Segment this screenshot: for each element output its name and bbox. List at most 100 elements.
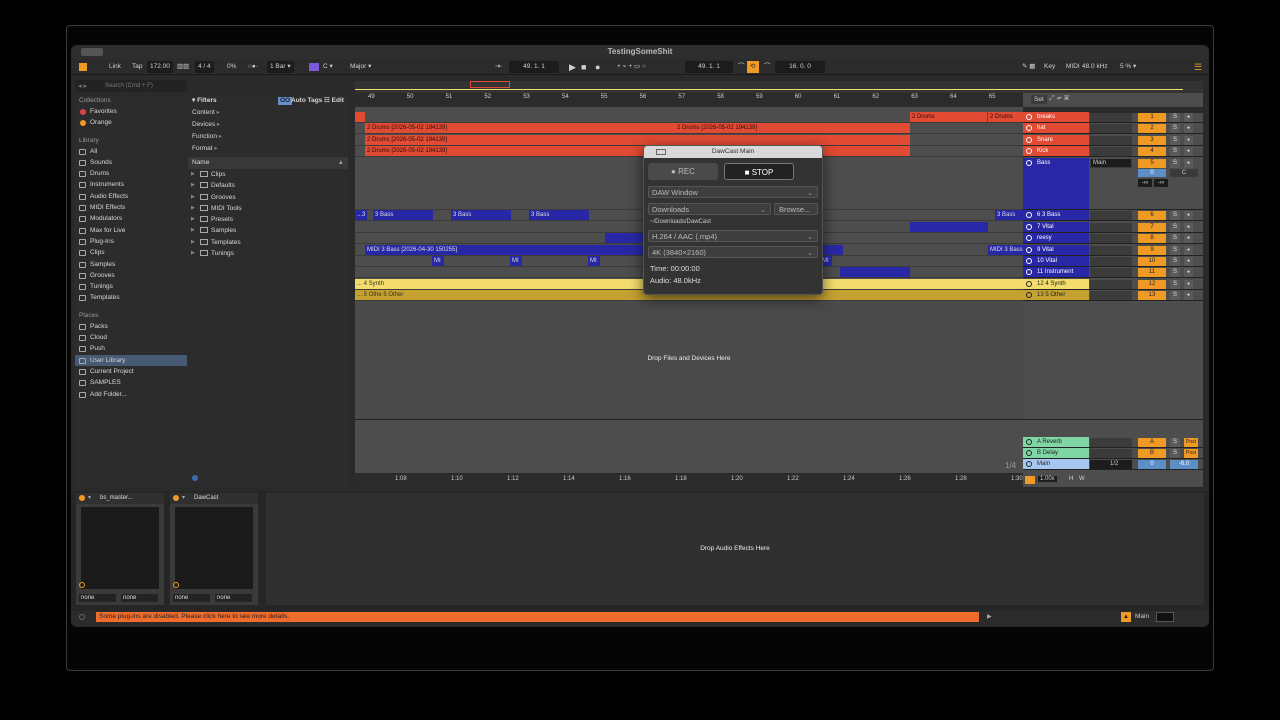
power-icon[interactable] [79, 495, 85, 501]
clip[interactable] [355, 112, 365, 122]
draw-mode-icon[interactable]: ✎ ▦ [1019, 61, 1038, 73]
solo-button[interactable]: S [1170, 136, 1180, 145]
solo-button[interactable]: S [1170, 268, 1180, 277]
track-volume[interactable] [1090, 124, 1132, 133]
track-fold-icon[interactable] [1026, 235, 1032, 241]
device-header[interactable]: ▾ bs_master... [76, 493, 164, 504]
device-select-1[interactable]: none [173, 594, 210, 602]
library-item[interactable]: All [75, 146, 187, 157]
overdub-icons[interactable]: + ⌁ + ▭ ○ [614, 61, 649, 73]
main-header[interactable]: Main 1/2 0 -6.0 [1023, 459, 1203, 470]
library-item[interactable]: Modulators [75, 213, 187, 224]
expand-arrow-icon[interactable]: ▶ [987, 613, 992, 620]
browser-toggle-icon[interactable] [79, 63, 87, 71]
overview-viewport[interactable] [470, 81, 510, 88]
place-item[interactable]: Cloud [75, 332, 187, 343]
punch-in-icon[interactable]: ⌒ [735, 61, 748, 73]
track-fold-icon[interactable] [1026, 137, 1032, 143]
track-fold-icon[interactable] [1026, 450, 1032, 456]
place-item[interactable]: Add Folder... [75, 389, 187, 400]
track-number[interactable]: 3 [1138, 136, 1166, 145]
clip[interactable]: 3 Bass [995, 210, 1023, 220]
folder-item[interactable]: ▶ Samples [188, 225, 348, 236]
library-item[interactable]: Tunings [75, 281, 187, 292]
follow-icon[interactable]: ○●· [245, 61, 261, 73]
track-header[interactable]: Kick 4 S ● [1023, 146, 1203, 157]
key-map-button[interactable]: Key [1041, 61, 1058, 73]
track-volume[interactable] [1090, 268, 1132, 277]
library-item[interactable]: Grooves [75, 270, 187, 281]
clip[interactable]: 3 Bass [529, 210, 589, 220]
track-number[interactable]: 12 [1138, 280, 1166, 289]
collection-item[interactable]: Orange [75, 117, 187, 128]
clip[interactable] [910, 222, 988, 232]
solo-button[interactable]: S [1170, 234, 1180, 243]
filter-item[interactable]: Function ▸ [188, 131, 348, 143]
library-item[interactable]: Drums [75, 168, 187, 179]
place-item[interactable]: User Library [75, 354, 187, 366]
track-name[interactable]: breaks [1023, 112, 1089, 122]
track-fold-icon[interactable] [1026, 247, 1032, 253]
return-header[interactable]: A Reverb A S Post [1023, 437, 1203, 448]
place-item[interactable]: SAMPLES [75, 377, 187, 388]
clip[interactable]: ...3 [355, 210, 367, 220]
follow-arrow-icon[interactable]: ⇥· [492, 61, 506, 73]
track-number[interactable]: 4 [1138, 147, 1166, 156]
track-fold-icon[interactable] [1026, 461, 1032, 467]
track-name[interactable]: 10 Vital [1023, 256, 1089, 266]
main-name[interactable]: Main [1023, 459, 1089, 469]
punch-out-icon[interactable]: ⌒ [761, 61, 774, 73]
track-name[interactable]: 12 4 Synth [1023, 279, 1089, 289]
track-name[interactable]: reesy [1023, 233, 1089, 243]
expand-icon[interactable]: ▶ [191, 180, 195, 191]
beat-ruler[interactable]: 49 50 51 52 53 54 55 56 57 58 59 60 61 62 63 64 65 [355, 93, 1023, 107]
track-fold-icon[interactable] [1026, 114, 1032, 120]
scale-mode-icon[interactable] [309, 63, 319, 71]
library-item[interactable]: Plug-Ins [75, 236, 187, 247]
back-forward-icon[interactable]: ◂ ▸ [78, 82, 87, 90]
expand-icon[interactable]: ▶ [191, 169, 195, 180]
arm-icon[interactable]: ● [1184, 234, 1193, 243]
folder-select[interactable]: Downloads ⌄ [648, 203, 771, 215]
track-fold-icon[interactable] [1026, 292, 1032, 298]
arm-icon[interactable]: ● [1184, 147, 1193, 156]
expand-icon[interactable]: ▶ [191, 203, 195, 214]
place-item[interactable]: Push [75, 343, 187, 354]
track-header[interactable]: 11 Instrument 11 S ● [1023, 267, 1203, 278]
menu-icon[interactable]: ☰ [1191, 61, 1205, 73]
resolution-select[interactable]: 4K (3840×2160) ⌄ [648, 246, 818, 258]
clip[interactable]: 2 Drums [988, 112, 1023, 122]
groove-amount[interactable]: 0% [224, 61, 239, 73]
post-button[interactable]: Post [1184, 449, 1198, 458]
view-toggle-icon[interactable] [1156, 612, 1174, 622]
track-fold-icon[interactable] [1026, 224, 1032, 230]
library-item[interactable]: Max for Live [75, 225, 187, 236]
filter-item[interactable]: Devices ▸ [188, 119, 348, 131]
clip[interactable]: MIDI 3 Bass [2026-04-30 150255] [988, 245, 1023, 255]
set-button[interactable]: Set [1031, 95, 1047, 104]
solo-button[interactable]: S [1170, 280, 1180, 289]
arm-icon[interactable]: ● [1184, 124, 1193, 133]
collection-item[interactable]: Favorites [75, 106, 187, 117]
track-number[interactable]: 9 [1138, 246, 1166, 255]
track-header[interactable]: hat 2 S ● [1023, 123, 1203, 134]
solo-button[interactable]: S [1170, 124, 1180, 133]
search-input[interactable]: Search (Cmd + F) [105, 83, 153, 89]
track-volume[interactable] [1090, 136, 1132, 145]
expand-icon[interactable]: ▶ [191, 237, 195, 248]
track-name[interactable]: 7 Vital [1023, 222, 1089, 232]
clip[interactable]: MI [432, 256, 444, 266]
send-b[interactable]: -∞ [1154, 179, 1168, 187]
track-header[interactable]: breaks 1 S ● [1023, 112, 1203, 123]
folder-item[interactable]: ▶ Clips [188, 169, 348, 180]
device-select-2[interactable]: none [121, 594, 158, 602]
clip[interactable]: 3 Bass [451, 210, 511, 220]
track-name[interactable]: 9 Vital [1023, 245, 1089, 255]
bass-pan[interactable]: C [1170, 169, 1198, 177]
mod-icon[interactable] [79, 582, 85, 588]
fold-icon[interactable]: ▾ [182, 493, 185, 504]
track-fold-icon[interactable] [1026, 439, 1032, 445]
drop-zone[interactable]: Drop Files and Devices Here [355, 303, 1023, 419]
solo-button[interactable]: S [1170, 211, 1180, 220]
library-item[interactable]: Templates [75, 292, 187, 303]
